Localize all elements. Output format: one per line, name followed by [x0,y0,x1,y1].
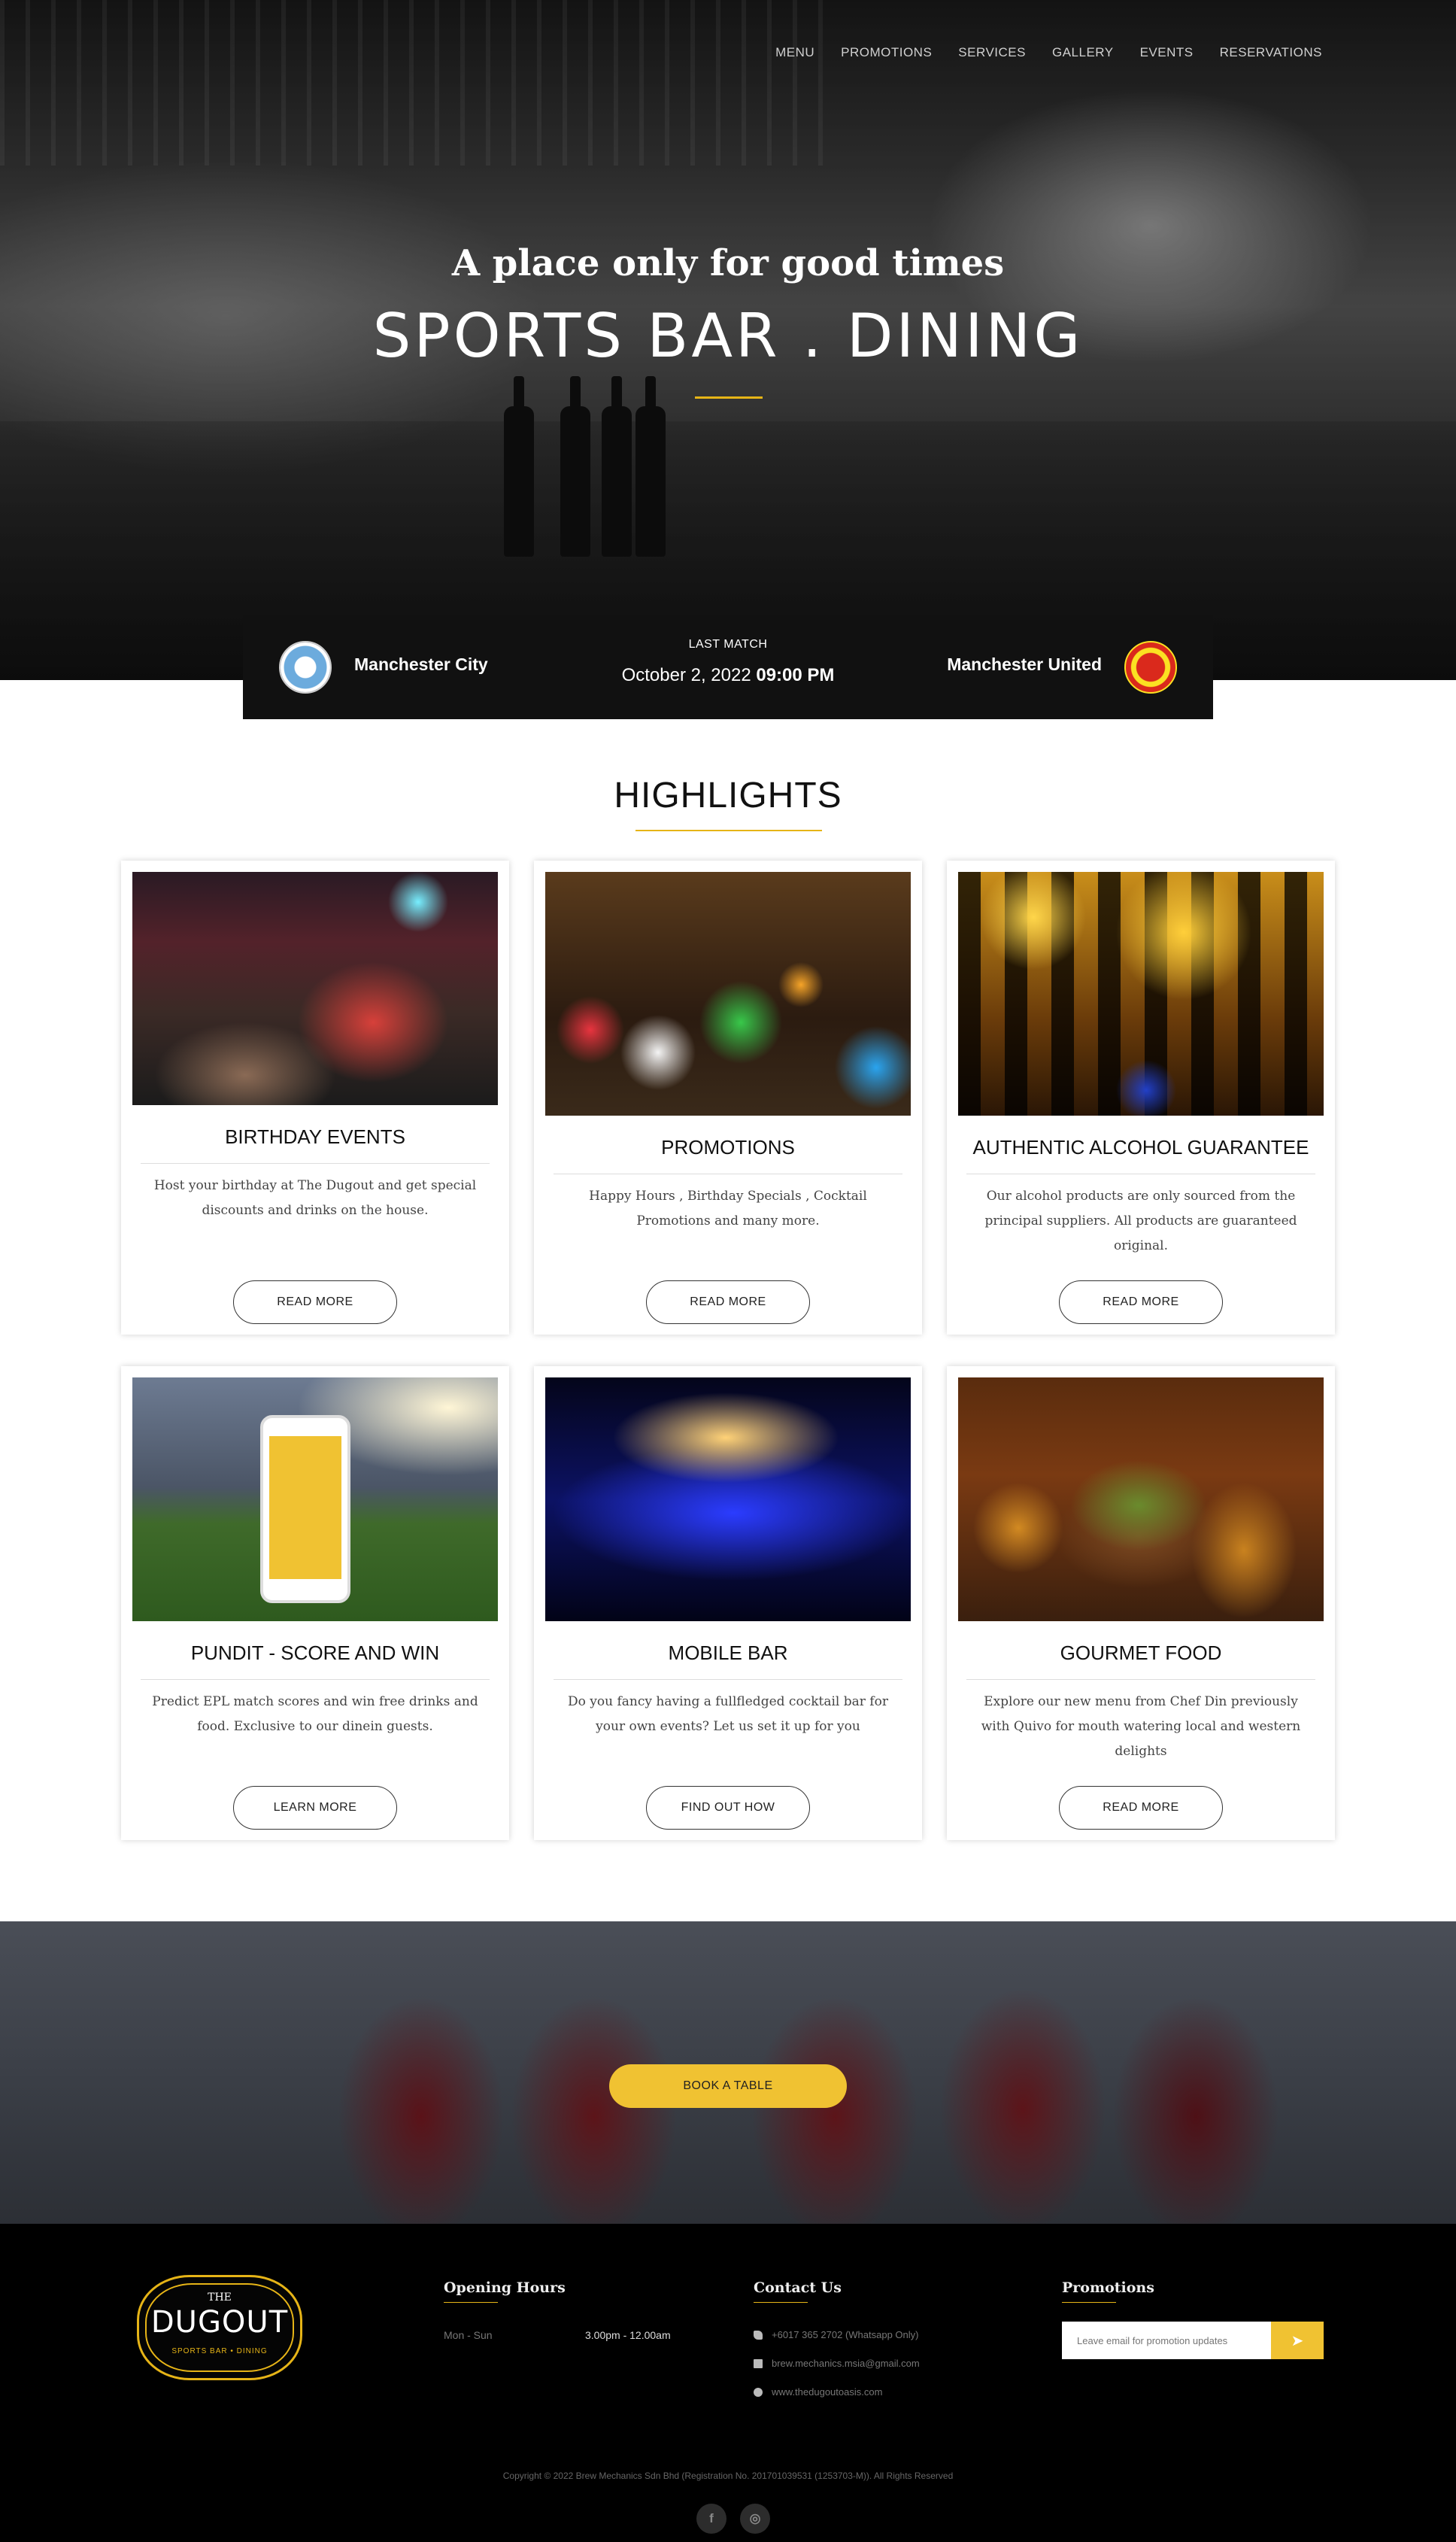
learn-more-button[interactable]: LEARN MORE [233,1786,397,1830]
pundit-app-photo [132,1377,498,1621]
card-description: Host your birthday at The Dugout and get… [153,1178,477,1218]
read-more-button[interactable]: READ MORE [233,1280,397,1324]
card-divider [141,1679,490,1680]
read-more-button[interactable]: READ MORE [646,1280,810,1324]
heading-underline [1062,2302,1116,2303]
nav-item-events[interactable]: EVENTS [1140,45,1194,60]
card-description: Predict EPL match scores and win free dr… [152,1694,478,1734]
highlight-card-promotions: PROMOTIONS Happy Hours , Birthday Specia… [534,861,922,1335]
book-a-table-button[interactable]: BOOK A TABLE [609,2064,847,2108]
hours-day: Mon - Sun [444,2329,493,2341]
match-date: October 2, 2022 [621,665,751,685]
card-divider [966,1679,1315,1680]
contact-us-title: Contact Us [754,2279,842,2296]
manchester-united-crest-icon [1124,641,1177,694]
contact-website-text: www.thedugoutoasis.com [772,2386,883,2398]
find-out-how-button[interactable]: FIND OUT HOW [646,1786,810,1830]
main-nav: MENU PROMOTIONS SERVICES GALLERY EVENTS … [775,45,1322,60]
card-description: Our alcohol products are only sourced fr… [984,1189,1297,1253]
copyright-text: Copyright © 2022 Brew Mechanics Sdn Bhd … [502,2471,954,2481]
opening-hours-title: Opening Hours [444,2279,566,2296]
card-description: Do you fancy having a fullfledged cockta… [568,1694,888,1734]
envelope-icon [754,2358,763,2368]
match-time: 09:00 PM [756,665,835,685]
last-match-bar: Manchester City LAST MATCH October 2, 20… [243,615,1213,719]
card-description: Explore our new menu from Chef Din previ… [981,1694,1301,1759]
highlight-card-birthday: BIRTHDAY EVENTS Host your birthday at Th… [121,861,509,1335]
contact-email[interactable]: brew.mechanics.msia@gmail.com [754,2358,920,2369]
card-title: BIRTHDAY EVENTS [225,1125,405,1148]
logo-subtitle: SPORTS BAR • DINING [171,2347,268,2355]
highlight-card-mobile-bar: MOBILE BAR Do you fancy having a fullfle… [534,1366,922,1840]
nav-item-services[interactable]: SERVICES [958,45,1026,60]
card-title: GOURMET FOOD [1060,1642,1222,1664]
dugout-logo[interactable]: THE DUGOUT SPORTS BAR • DINING [137,2275,302,2380]
heading-underline [444,2302,498,2303]
promotions-title: Promotions [1062,2279,1154,2296]
contact-phone-text: +6017 365 2702 (Whatsapp Only) [772,2329,919,2340]
highlight-card-alcohol: AUTHENTIC ALCOHOL GUARANTEE Our alcohol … [947,861,1335,1335]
nav-item-menu[interactable]: MENU [775,45,814,60]
logo-name: DUGOUT [150,2305,289,2340]
card-title: PROMOTIONS [661,1136,795,1159]
birthday-photo [132,872,498,1105]
card-title: MOBILE BAR [668,1642,788,1664]
bottles-photo [958,872,1324,1116]
promotion-submit-button[interactable]: ➤ [1271,2322,1324,2359]
footer: THE DUGOUT SPORTS BAR • DINING Opening H… [0,2224,1456,2542]
facebook-icon[interactable]: f [696,2504,726,2534]
nav-item-reservations[interactable]: RESERVATIONS [1220,45,1322,60]
mobile-bar-photo [545,1377,911,1621]
read-more-button[interactable]: READ MORE [1059,1786,1223,1830]
card-title: AUTHENTIC ALCOHOL GUARANTEE [972,1136,1309,1159]
phone-icon [260,1415,350,1603]
contact-phone[interactable]: +6017 365 2702 (Whatsapp Only) [754,2329,919,2340]
card-divider [554,1679,902,1680]
section-title-highlights: HIGHLIGHTS [614,776,842,815]
hours-time: 3.00pm - 12.00am [585,2329,671,2341]
section-divider [635,830,822,831]
contact-website[interactable]: www.thedugoutoasis.com [754,2386,882,2398]
hero-divider [695,396,763,399]
highlight-card-gourmet: GOURMET FOOD Explore our new menu from C… [947,1366,1335,1840]
logo-the: THE [208,2291,232,2304]
card-description: Happy Hours , Birthday Specials , Cockta… [589,1189,867,1228]
contact-email-text: brew.mechanics.msia@gmail.com [772,2358,920,2369]
nav-item-gallery[interactable]: GALLERY [1052,45,1114,60]
hero-headline: SPORTS BAR . DINING [372,301,1084,371]
match-label: LAST MATCH [688,638,768,651]
card-divider [141,1163,490,1164]
cocktails-photo [545,872,911,1116]
highlight-card-pundit: PUNDIT - SCORE AND WIN Predict EPL match… [121,1366,509,1840]
away-team-name: Manchester United [947,654,1102,674]
card-title: PUNDIT - SCORE AND WIN [190,1642,440,1664]
nav-item-promotions[interactable]: PROMOTIONS [841,45,932,60]
heading-underline [754,2302,808,2303]
phone-icon [754,2330,763,2340]
globe-icon [754,2387,763,2397]
hero-tagline: A place only for good times [451,242,1005,284]
burger-photo [958,1377,1324,1621]
read-more-button[interactable]: READ MORE [1059,1280,1223,1324]
instagram-icon[interactable]: ◎ [740,2504,770,2534]
send-icon: ➤ [1291,2332,1304,2349]
promotion-email-input[interactable] [1062,2322,1271,2359]
